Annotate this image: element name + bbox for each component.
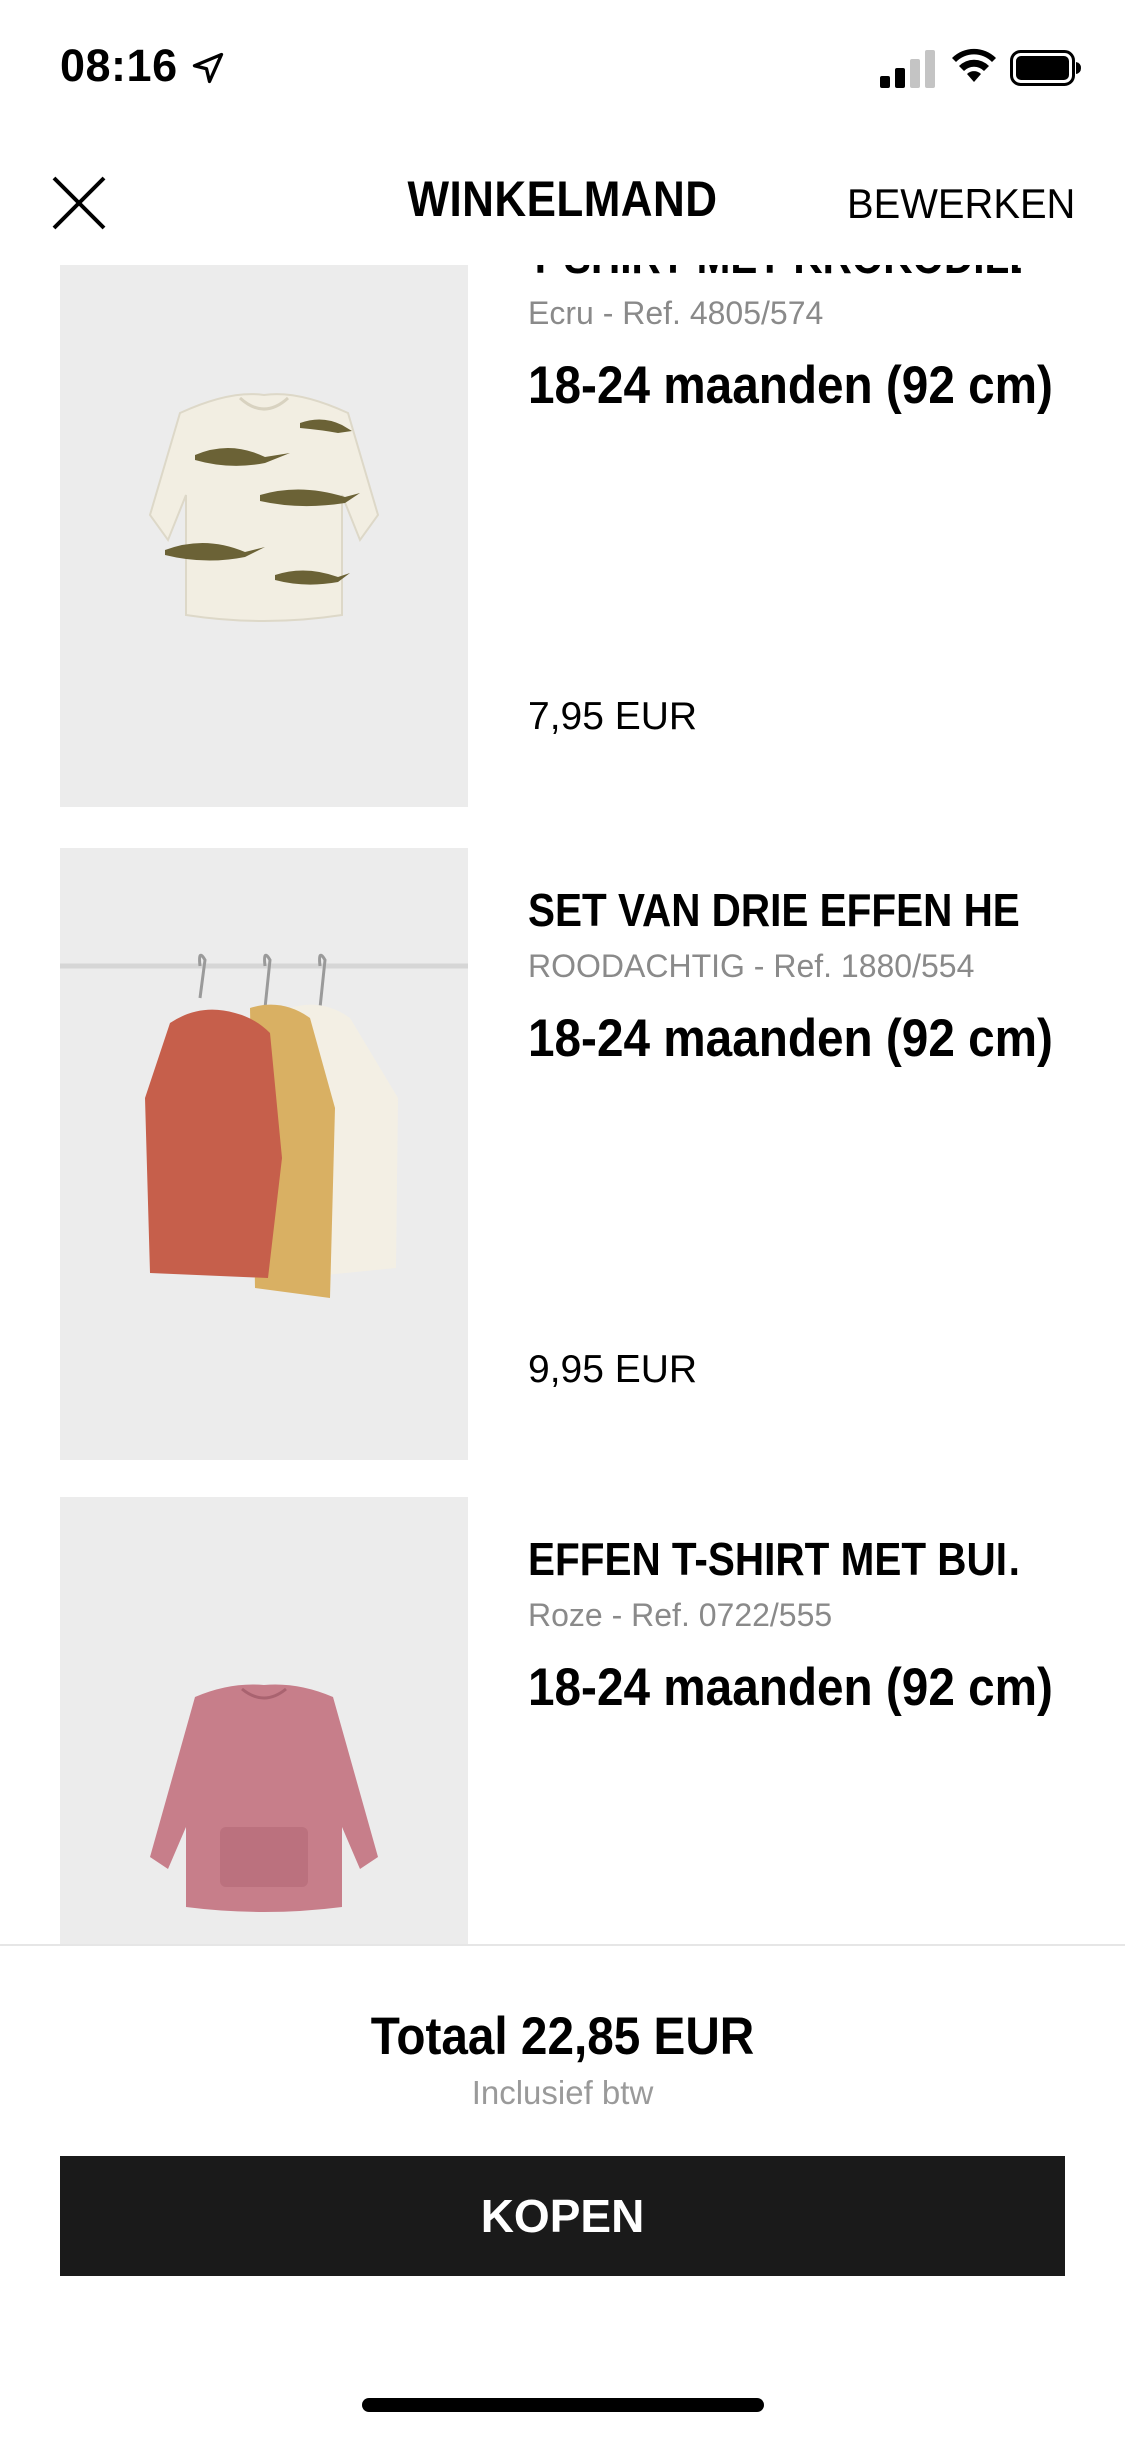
product-name[interactable]: EFFEN T-SHIRT MET BUI… xyxy=(528,1532,1021,1586)
product-reference: Ecru - Ref. 4805/574 xyxy=(528,295,824,331)
edit-button[interactable]: BEWERKEN xyxy=(847,180,1075,228)
product-size[interactable]: 18-24 maanden (92 cm) xyxy=(528,1657,1053,1718)
product-name[interactable]: T-SHIRT MET KROKODILLEN xyxy=(528,265,1021,284)
product-size[interactable]: 18-24 maanden (92 cm) xyxy=(528,1008,1053,1069)
wifi-icon xyxy=(952,48,996,82)
cart-item-list[interactable]: T-SHIRT MET KROKODILLEN Ecru - Ref. 4805… xyxy=(0,265,1125,1945)
signal-icon xyxy=(880,50,935,88)
home-indicator[interactable] xyxy=(362,2398,764,2412)
cart-item[interactable]: T-SHIRT MET KROKODILLEN Ecru - Ref. 4805… xyxy=(0,265,1125,807)
pink-shirt-illustration xyxy=(60,1497,468,1945)
product-size[interactable]: 18-24 maanden (92 cm) xyxy=(528,355,1053,416)
crocodile-shirt-illustration xyxy=(60,265,468,807)
vat-note: Inclusief btw xyxy=(471,2074,654,2111)
shirt-set-illustration xyxy=(60,848,468,1460)
product-reference: ROODACHTIG - Ref. 1880/554 xyxy=(528,948,975,984)
status-time: 08:16 xyxy=(60,40,178,91)
product-image-shirt-set[interactable] xyxy=(60,848,468,1460)
nav-bar: WINKELMAND BEWERKEN xyxy=(0,140,1125,265)
product-image-pink-shirt[interactable] xyxy=(60,1497,468,1945)
cart-item[interactable]: SET VAN DRIE EFFEN HE… ROODACHTIG - Ref.… xyxy=(0,848,1125,1460)
status-bar: 08:16 xyxy=(0,0,1125,140)
product-image-crocodile-shirt[interactable] xyxy=(60,265,468,807)
product-reference: Roze - Ref. 0722/555 xyxy=(528,1597,833,1633)
product-price: 7,95 EUR xyxy=(528,695,698,738)
product-name[interactable]: SET VAN DRIE EFFEN HE… xyxy=(528,883,1021,937)
location-arrow-icon xyxy=(192,52,224,84)
cart-item[interactable]: EFFEN T-SHIRT MET BUI… Roze - Ref. 0722/… xyxy=(0,1497,1125,1945)
buy-button[interactable]: KOPEN xyxy=(60,2156,1065,2276)
checkout-footer: Totaal 22,85 EUR Inclusief btw KOPEN xyxy=(0,1944,1125,2438)
order-total: Totaal 22,85 EUR xyxy=(370,2007,755,2066)
battery-icon xyxy=(1010,50,1081,86)
product-price: 9,95 EUR xyxy=(528,1348,698,1391)
